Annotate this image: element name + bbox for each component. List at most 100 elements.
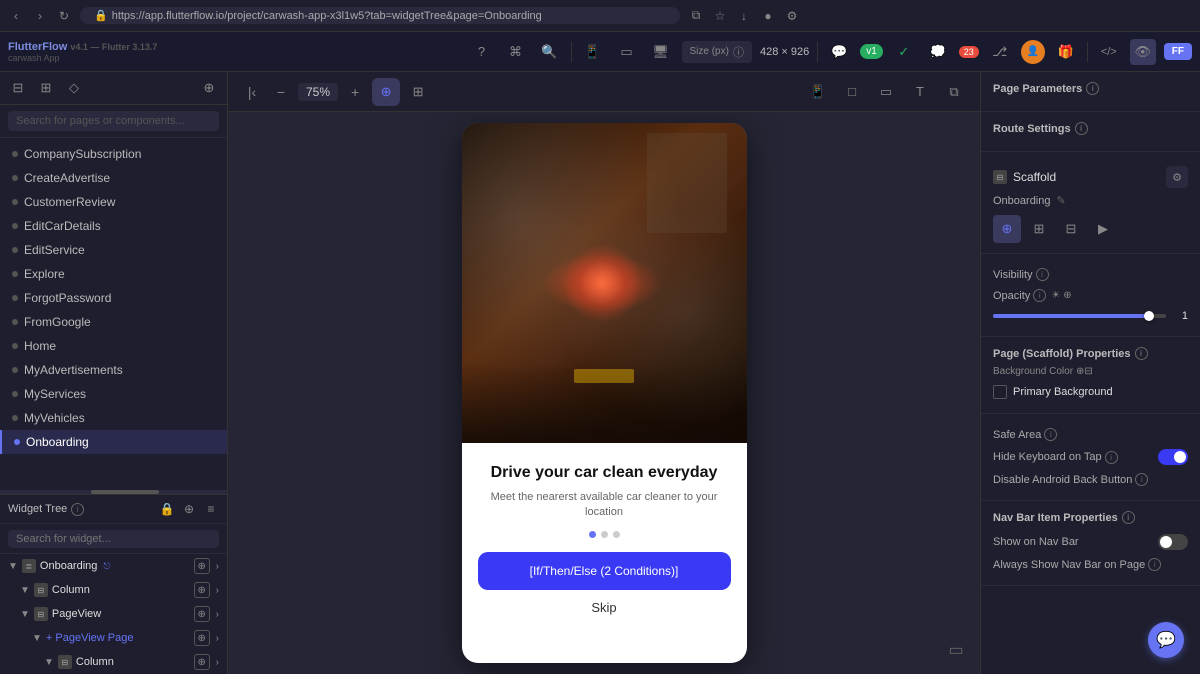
address-bar[interactable]: 🔒 https://app.flutterflow.io/project/car… bbox=[80, 7, 680, 24]
widget-tree-item-column[interactable]: ▼ ⊟ Column ⊕ › bbox=[0, 578, 227, 602]
tablet-view-button[interactable]: ▭ bbox=[614, 39, 640, 65]
keyboard-shortcut-button[interactable]: ⌘ bbox=[503, 39, 529, 65]
widget-tree-info-icon[interactable]: i bbox=[71, 503, 84, 516]
sidebar-item-from-google[interactable]: FromGoogle bbox=[0, 310, 227, 334]
route-settings-info-icon[interactable]: i bbox=[1075, 122, 1088, 135]
text-button[interactable]: T bbox=[906, 78, 934, 106]
mobile-preview-button[interactable]: 📱 bbox=[804, 78, 832, 106]
sidebar-item-customer-review[interactable]: CustomerReview bbox=[0, 190, 227, 214]
widget-tree-item-pageview[interactable]: ▼ ⊟ PageView ⊕ › bbox=[0, 602, 227, 626]
sidebar-item-explore[interactable]: Explore bbox=[0, 262, 227, 286]
disable-back-info-icon[interactable]: i bbox=[1135, 473, 1148, 486]
show-nav-bar-toggle[interactable] bbox=[1158, 534, 1188, 550]
size-display[interactable]: Size (px) ⓘ bbox=[682, 41, 752, 63]
widget-tree-item-pageview-page[interactable]: ▼ + PageView Page ⊕ › bbox=[0, 626, 227, 650]
check-button[interactable]: ✓ bbox=[891, 39, 917, 65]
opacity-slider[interactable] bbox=[993, 314, 1166, 318]
canvas-tablet-icon[interactable]: ▭ bbox=[942, 636, 970, 664]
account-icon[interactable]: ● bbox=[760, 8, 776, 24]
branch-button[interactable]: ⎇ bbox=[987, 39, 1013, 65]
zoom-in-button[interactable]: + bbox=[346, 83, 364, 101]
add-page-icon[interactable]: ⊕ bbox=[197, 76, 221, 100]
canvas-back-button[interactable]: |‹ bbox=[240, 80, 264, 104]
comment-button[interactable]: 💬 bbox=[826, 39, 852, 65]
sidebar-item-onboarding[interactable]: Onboarding bbox=[0, 430, 227, 454]
canvas-area[interactable]: Drive your car clean everyday Meet the n… bbox=[228, 112, 980, 674]
hide-keyboard-info-icon[interactable]: i bbox=[1105, 451, 1118, 464]
frame-mode-button[interactable]: ⊞ bbox=[404, 78, 432, 106]
preview-button[interactable]: 👁 bbox=[1130, 39, 1156, 65]
widget-search-input[interactable] bbox=[8, 530, 219, 548]
back-btn[interactable]: ‹ bbox=[8, 8, 24, 24]
sidebar-item-home[interactable]: Home bbox=[0, 334, 227, 358]
widget-icon: ⊟ bbox=[58, 655, 72, 669]
sidebar-item-edit-car-details[interactable]: EditCarDetails bbox=[0, 214, 227, 238]
desktop-view-button[interactable]: 🖥 bbox=[648, 39, 674, 65]
settings-icon[interactable]: ⚙ bbox=[784, 8, 800, 24]
page-params-info-icon[interactable]: i bbox=[1086, 82, 1099, 95]
user-avatar-button[interactable]: 👤 bbox=[1021, 40, 1045, 64]
hide-keyboard-toggle[interactable] bbox=[1158, 449, 1188, 465]
page-name-edit-icon[interactable]: ✎ bbox=[1057, 194, 1066, 207]
sidebar-item-forgot-password[interactable]: ForgotPassword bbox=[0, 286, 227, 310]
play-button[interactable]: ▶ bbox=[1089, 215, 1117, 243]
visibility-info-icon[interactable]: i bbox=[1036, 268, 1049, 281]
extensions-icon[interactable]: ⧉ bbox=[688, 8, 704, 24]
layout-tab[interactable]: ⊞ bbox=[1025, 215, 1053, 243]
v1-badge[interactable]: v1 bbox=[860, 44, 883, 59]
zoom-value[interactable]: 75% bbox=[298, 83, 338, 101]
sidebar-item-company-subscription[interactable]: CompanySubscription bbox=[0, 142, 227, 166]
refresh-btn[interactable]: ↻ bbox=[56, 8, 72, 24]
download-icon[interactable]: ↓ bbox=[736, 8, 752, 24]
mobile-view-button[interactable]: 📱 bbox=[580, 39, 606, 65]
scaffold-props-info-icon[interactable]: i bbox=[1135, 347, 1148, 360]
widget-menu-icon[interactable]: ≡ bbox=[203, 501, 219, 517]
search-button[interactable]: 🔍 bbox=[537, 39, 563, 65]
help-button[interactable]: ? bbox=[469, 39, 495, 65]
cta-button[interactable]: [If/Then/Else (2 Conditions)] bbox=[478, 552, 731, 590]
panel-tabs: ⊕ ⊞ ⊟ ▶ bbox=[993, 215, 1188, 243]
skip-button[interactable]: Skip bbox=[591, 600, 616, 615]
grid-tab[interactable]: ⊟ bbox=[1057, 215, 1085, 243]
select-mode-button[interactable]: ⊕ bbox=[372, 78, 400, 106]
opacity-info-icon[interactable]: i bbox=[1033, 289, 1046, 302]
widget-tree-item-column2[interactable]: ▼ ⊟ Column ⊕ › bbox=[0, 650, 227, 674]
components-icon[interactable]: ⊞ bbox=[34, 76, 58, 100]
widget-add-button[interactable]: ⊕ bbox=[194, 654, 210, 670]
tablet-preview-button[interactable]: □ bbox=[838, 78, 866, 106]
nav-label: Onboarding bbox=[26, 435, 89, 449]
forward-btn[interactable]: › bbox=[32, 8, 48, 24]
sidebar-item-my-advertisements[interactable]: MyAdvertisements bbox=[0, 358, 227, 382]
pages-icon[interactable]: ⊟ bbox=[6, 76, 30, 100]
always-show-nav-info-icon[interactable]: i bbox=[1148, 558, 1161, 571]
chat-fab-button[interactable]: 💬 bbox=[1148, 622, 1184, 658]
sidebar-scrollbar[interactable] bbox=[0, 490, 227, 494]
wide-tablet-button[interactable]: ▭ bbox=[872, 78, 900, 106]
add-widget-icon[interactable]: ⊕ bbox=[181, 501, 197, 517]
safe-area-info-icon[interactable]: i bbox=[1044, 428, 1057, 441]
code-view-button[interactable]: </> bbox=[1096, 39, 1122, 65]
zoom-out-button[interactable]: − bbox=[272, 83, 290, 101]
ff-button[interactable]: FF bbox=[1164, 43, 1192, 60]
scaffold-settings-button[interactable]: ⚙ bbox=[1166, 166, 1188, 188]
widget-add-button[interactable]: ⊕ bbox=[194, 630, 210, 646]
properties-tab[interactable]: ⊕ bbox=[993, 215, 1021, 243]
sidebar-item-create-advertise[interactable]: CreateAdvertise bbox=[0, 166, 227, 190]
widget-add-button[interactable]: ⊕ bbox=[194, 582, 210, 598]
nav-bar-info-icon[interactable]: i bbox=[1122, 511, 1135, 524]
page-search-input[interactable] bbox=[8, 111, 219, 131]
color-swatch[interactable] bbox=[993, 385, 1007, 399]
widget-tree-item-onboarding[interactable]: ▼ ≣ Onboarding ⎋ ⊕ › bbox=[0, 554, 227, 578]
sidebar-item-my-vehicles[interactable]: MyVehicles bbox=[0, 406, 227, 430]
sidebar-item-my-services[interactable]: MyServices bbox=[0, 382, 227, 406]
gift-button[interactable]: 🎁 bbox=[1053, 39, 1079, 65]
lock-icon[interactable]: 🔒 bbox=[159, 501, 175, 517]
bookmark-icon[interactable]: ☆ bbox=[712, 8, 728, 24]
widget-add-button[interactable]: ⊕ bbox=[194, 606, 210, 622]
bg-color-edit-icon[interactable]: ⊕⊟ bbox=[1076, 366, 1093, 377]
team-chat-button[interactable]: 💭 bbox=[925, 39, 951, 65]
sidebar-item-edit-service[interactable]: EditService bbox=[0, 238, 227, 262]
component-button[interactable]: ⧉ bbox=[940, 78, 968, 106]
widget-add-button[interactable]: ⊕ bbox=[194, 558, 210, 574]
assets-icon[interactable]: ◇ bbox=[62, 76, 86, 100]
